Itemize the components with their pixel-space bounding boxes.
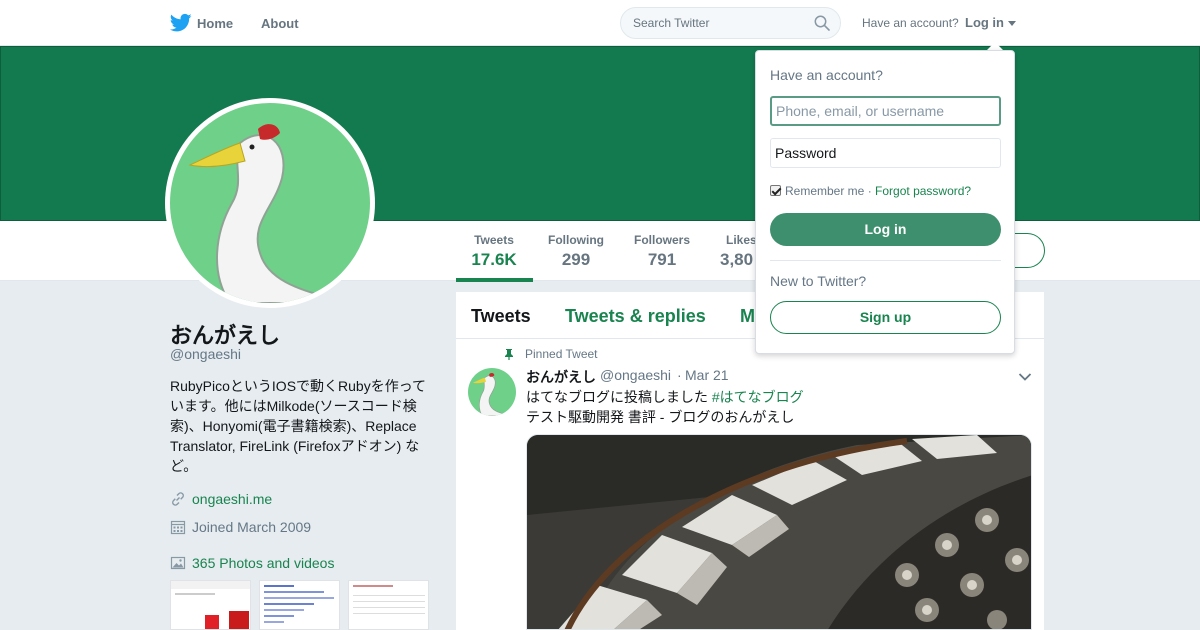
login-button[interactable]: Log in [770, 213, 1001, 246]
tab-media[interactable]: M [740, 306, 755, 327]
forgot-password-link[interactable]: Forgot password? [875, 184, 971, 198]
top-nav: Home About Search Twitter Have an accoun… [0, 0, 1200, 46]
profile-photos-row: 365 Photos and videos [170, 555, 334, 571]
divider [770, 260, 1001, 261]
photos-videos-link[interactable]: 365 Photos and videos [192, 555, 334, 571]
stat-followers[interactable]: Followers 791 [631, 233, 693, 270]
tweet-avatar[interactable] [468, 368, 516, 416]
search-icon[interactable] [814, 15, 830, 31]
pinned-tweet-label: Pinned Tweet [525, 347, 598, 361]
stat-label: Followers [633, 233, 690, 247]
stat-following[interactable]: Following 299 [545, 233, 607, 270]
photo-thumbnail[interactable] [348, 580, 429, 630]
photo-thumbnail[interactable] [170, 580, 251, 630]
profile-joined-row: Joined March 2009 [170, 519, 311, 535]
profile-joined-text: Joined March 2009 [192, 519, 312, 535]
profile-website-row: ongaeshi.me [170, 491, 272, 507]
stat-tweets[interactable]: Tweets 17.6K [466, 233, 522, 270]
calendar-icon [170, 520, 186, 535]
stat-value: 17.6K [471, 250, 517, 269]
image-icon [170, 556, 186, 570]
dropdown-title: Have an account? [770, 67, 883, 83]
nav-home-link[interactable]: Home [197, 16, 233, 31]
search-input[interactable]: Search Twitter [633, 16, 709, 30]
tweet-text-line2: テスト駆動開発 書評 - ブログのおんがえし [526, 409, 795, 425]
link-icon [172, 492, 184, 506]
remember-me-checkbox[interactable] [770, 185, 781, 196]
tweet-hashtag-link[interactable]: #はてなブログ [712, 389, 804, 405]
tweet-date[interactable]: Mar 21 [685, 367, 729, 383]
tweet-author-handle[interactable]: @ongaeshi [600, 367, 671, 383]
signup-button[interactable]: Sign up [770, 301, 1001, 334]
tab-tweets[interactable]: Tweets [471, 306, 531, 327]
tweet-separator: · [677, 367, 682, 383]
stat-value: 791 [647, 250, 677, 269]
crane-avatar-image [170, 103, 370, 303]
pin-icon [505, 349, 513, 360]
nav-about-link[interactable]: About [261, 16, 299, 31]
photo-thumbnail[interactable] [259, 580, 340, 630]
login-dropdown: Have an account? Remember me · Forgot pa… [755, 50, 1015, 354]
search-box[interactable]: Search Twitter [620, 7, 841, 39]
staircase-photo [527, 435, 1031, 629]
new-to-twitter-text: New to Twitter? [770, 273, 867, 289]
stat-label: Following [548, 233, 604, 247]
login-menu-link[interactable]: Log in [965, 15, 1004, 30]
have-account-text: Have an account? [862, 16, 959, 30]
profile-bio: RubyPicoというIOSで動くRubyを作っています。他にはMilkode(… [170, 378, 427, 474]
tab-tweets-replies[interactable]: Tweets & replies [565, 306, 706, 327]
password-input[interactable] [770, 138, 1001, 168]
remember-separator: · [867, 184, 872, 198]
crane-avatar-image [468, 368, 516, 416]
remember-me-label[interactable]: Remember me [785, 184, 864, 198]
profile-handle[interactable]: @ongaeshi [170, 346, 241, 362]
tweet-media-image[interactable] [526, 434, 1032, 630]
chevron-down-icon[interactable] [1018, 372, 1032, 382]
tweet-text: はてなブログに投稿しました [526, 389, 708, 405]
tweet-text-line1: はてなブログに投稿しました #はてなブログ [526, 387, 804, 407]
tweet-author-name[interactable]: おんがえし [526, 367, 596, 387]
active-tab-underline [456, 278, 533, 282]
remember-row: Remember me · Forgot password? [770, 184, 971, 198]
profile-website-link[interactable]: ongaeshi.me [192, 491, 272, 507]
username-input[interactable] [770, 96, 1001, 126]
dropdown-arrow [987, 42, 1003, 50]
avatar[interactable] [165, 98, 375, 308]
stat-value: 299 [561, 250, 591, 269]
twitter-bird-icon[interactable] [170, 13, 192, 33]
stat-label: Tweets [474, 233, 514, 247]
caret-down-icon[interactable] [1008, 21, 1016, 26]
